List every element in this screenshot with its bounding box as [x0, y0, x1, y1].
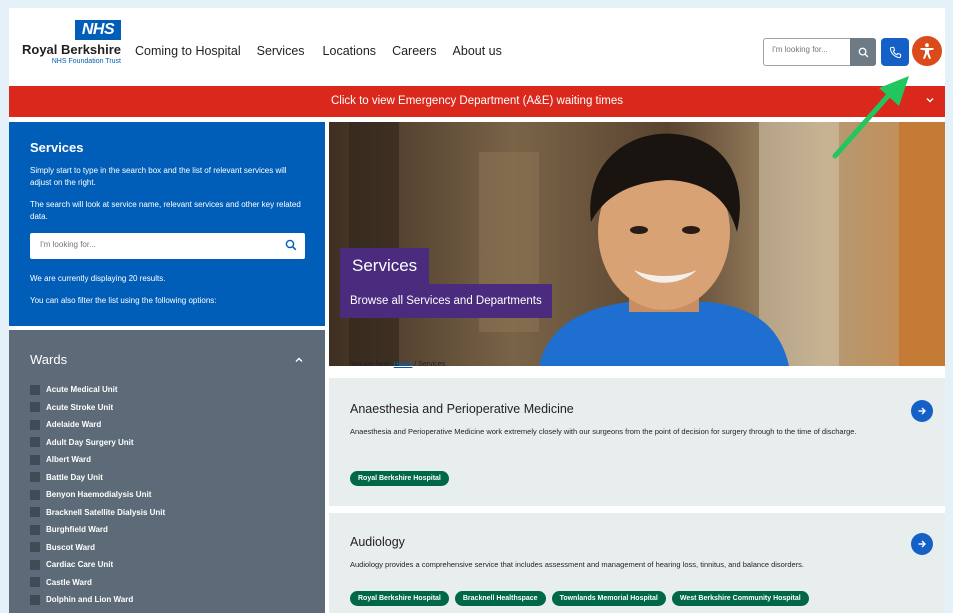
services-search — [30, 233, 305, 259]
nav-coming-to-hospital[interactable]: Coming to Hospital — [135, 44, 241, 58]
header-search — [763, 38, 876, 66]
ward-label: Castle Ward — [46, 577, 92, 587]
location-tag[interactable]: West Berkshire Community Hospital — [671, 591, 809, 606]
location-tag[interactable]: Royal Berkshire Hospital — [350, 471, 449, 486]
ward-checkbox[interactable]: Burghfield Ward — [30, 521, 304, 539]
site-header: NHS Royal Berkshire NHS Foundation Trust… — [9, 8, 945, 86]
ward-checkbox[interactable]: Bracknell Satellite Dialysis Unit — [30, 504, 304, 522]
checkbox[interactable] — [30, 419, 40, 430]
arrow-right-icon — [918, 407, 926, 415]
hero-subtitle: Browse all Services and Departments — [340, 284, 552, 318]
ward-checkbox[interactable]: Acute Stroke Unit — [30, 399, 304, 417]
nhs-logo[interactable]: NHS Royal Berkshire NHS Foundation Trust — [21, 20, 121, 66]
service-location-tags: Royal Berkshire Hospital Bracknell Healt… — [350, 591, 809, 606]
nhs-logo-badge: NHS — [75, 20, 121, 40]
services-instructions: Simply start to type in the search box a… — [30, 166, 287, 187]
checkbox[interactable] — [30, 454, 40, 465]
service-card[interactable]: Audiology Audiology provides a comprehen… — [329, 513, 945, 613]
ward-label: Acute Stroke Unit — [46, 402, 114, 412]
ward-label: Battle Day Unit — [46, 472, 103, 482]
ward-checkbox[interactable]: Cardiac Care Unit — [30, 556, 304, 574]
accessibility-button[interactable] — [912, 36, 942, 66]
ward-label: Benyon Haemodialysis Unit — [46, 490, 152, 500]
ward-checkbox[interactable]: Buscot Ward — [30, 539, 304, 557]
ward-label: Buscot Ward — [46, 542, 96, 552]
checkbox[interactable] — [30, 524, 40, 535]
nav-careers[interactable]: Careers — [392, 44, 436, 58]
checkbox[interactable] — [30, 489, 40, 500]
results-count: We are currently displaying 20 results. — [30, 274, 166, 283]
ward-checkbox[interactable]: Castle Ward — [30, 574, 304, 592]
checkbox[interactable] — [30, 437, 40, 448]
chevron-up-icon[interactable] — [294, 355, 304, 365]
checkbox[interactable] — [30, 542, 40, 553]
checkbox[interactable] — [30, 559, 40, 570]
ward-label: Adelaide Ward — [46, 420, 102, 430]
accessibility-icon — [920, 43, 934, 59]
breadcrumb-current: / Services — [412, 361, 446, 368]
checkbox[interactable] — [30, 472, 40, 483]
ward-checkbox[interactable]: Albert Ward — [30, 451, 304, 469]
services-search-info: The search will look at service name, re… — [30, 200, 301, 221]
services-filter-panel: Services Simply start to type in the sea… — [9, 122, 325, 326]
trust-name: Royal Berkshire — [22, 42, 121, 57]
nav-about-us[interactable]: About us — [453, 44, 502, 58]
header-search-button[interactable] — [850, 38, 876, 66]
filter-hint: You can also filter the list using the f… — [30, 296, 217, 305]
phone-icon — [889, 46, 901, 58]
location-tag[interactable]: Bracknell Healthspace — [454, 591, 546, 606]
ward-label: Cardiac Care Unit — [46, 560, 114, 570]
search-icon — [858, 47, 868, 57]
location-tag[interactable]: Townlands Memorial Hospital — [551, 591, 666, 606]
ward-checkbox[interactable]: Acute Medical Unit — [30, 381, 304, 399]
service-title[interactable]: Anaesthesia and Perioperative Medicine — [350, 402, 574, 416]
checkbox[interactable] — [30, 384, 40, 395]
location-tag[interactable]: Royal Berkshire Hospital — [350, 591, 449, 606]
nav-locations[interactable]: Locations — [323, 44, 377, 58]
service-description: Audiology provides a comprehensive servi… — [350, 560, 805, 569]
wards-title: Wards — [30, 352, 68, 367]
service-location-tags: Royal Berkshire Hospital — [350, 471, 449, 486]
checkbox[interactable] — [30, 594, 40, 605]
open-service-button[interactable] — [911, 533, 933, 555]
ward-checkbox[interactable]: Benyon Haemodialysis Unit — [30, 486, 304, 504]
ward-checkbox[interactable]: Adelaide Ward — [30, 416, 304, 434]
checkbox[interactable] — [30, 402, 40, 413]
main-nav: Coming to Hospital Services Locations Ca… — [135, 44, 518, 58]
ward-label: Albert Ward — [46, 455, 92, 465]
emergency-banner-text: Click to view Emergency Department (A&E)… — [330, 95, 624, 107]
ward-checkbox[interactable]: Dolphin and Lion Ward — [30, 591, 304, 609]
search-icon[interactable] — [285, 239, 297, 251]
ward-label: Dolphin and Lion Ward — [46, 595, 134, 605]
open-service-button[interactable] — [911, 400, 933, 422]
header-search-input[interactable] — [772, 45, 846, 54]
service-title[interactable]: Audiology — [350, 535, 405, 549]
page: NHS Royal Berkshire NHS Foundation Trust… — [9, 8, 945, 613]
nav-services[interactable]: Services — [257, 44, 305, 58]
breadcrumb-prefix: You are here: — [350, 361, 394, 368]
arrow-right-icon — [918, 540, 926, 548]
ward-label: Burghfield Ward — [46, 525, 108, 535]
checkbox[interactable] — [30, 507, 40, 518]
service-card[interactable]: Anaesthesia and Perioperative Medicine A… — [329, 378, 945, 506]
ward-label: Acute Medical Unit — [46, 385, 118, 395]
breadcrumb-home-link[interactable]: Home — [394, 361, 413, 368]
breadcrumb: You are here: Home / Services — [350, 361, 445, 368]
ward-checkbox[interactable]: Battle Day Unit — [30, 469, 304, 487]
ward-label: Bracknell Satellite Dialysis Unit — [46, 507, 166, 517]
wards-filter-panel: Wards Acute Medical Unit Acute Stroke Un… — [9, 330, 325, 613]
services-panel-title: Services — [30, 140, 84, 155]
phone-button[interactable] — [881, 38, 909, 66]
hero-title: Services — [340, 248, 430, 284]
wards-header[interactable]: Wards — [30, 352, 304, 367]
annotation-arrow-icon — [832, 76, 909, 159]
service-description: Anaesthesia and Perioperative Medicine w… — [350, 427, 857, 436]
services-search-input[interactable] — [40, 240, 270, 249]
ward-checkbox[interactable]: Adult Day Surgery Unit — [30, 434, 304, 452]
chevron-down-icon — [926, 98, 934, 103]
checkbox[interactable] — [30, 577, 40, 588]
emergency-banner[interactable]: Click to view Emergency Department (A&E)… — [9, 86, 945, 117]
ward-label: Adult Day Surgery Unit — [46, 437, 134, 447]
trust-subtitle: NHS Foundation Trust — [51, 58, 121, 65]
